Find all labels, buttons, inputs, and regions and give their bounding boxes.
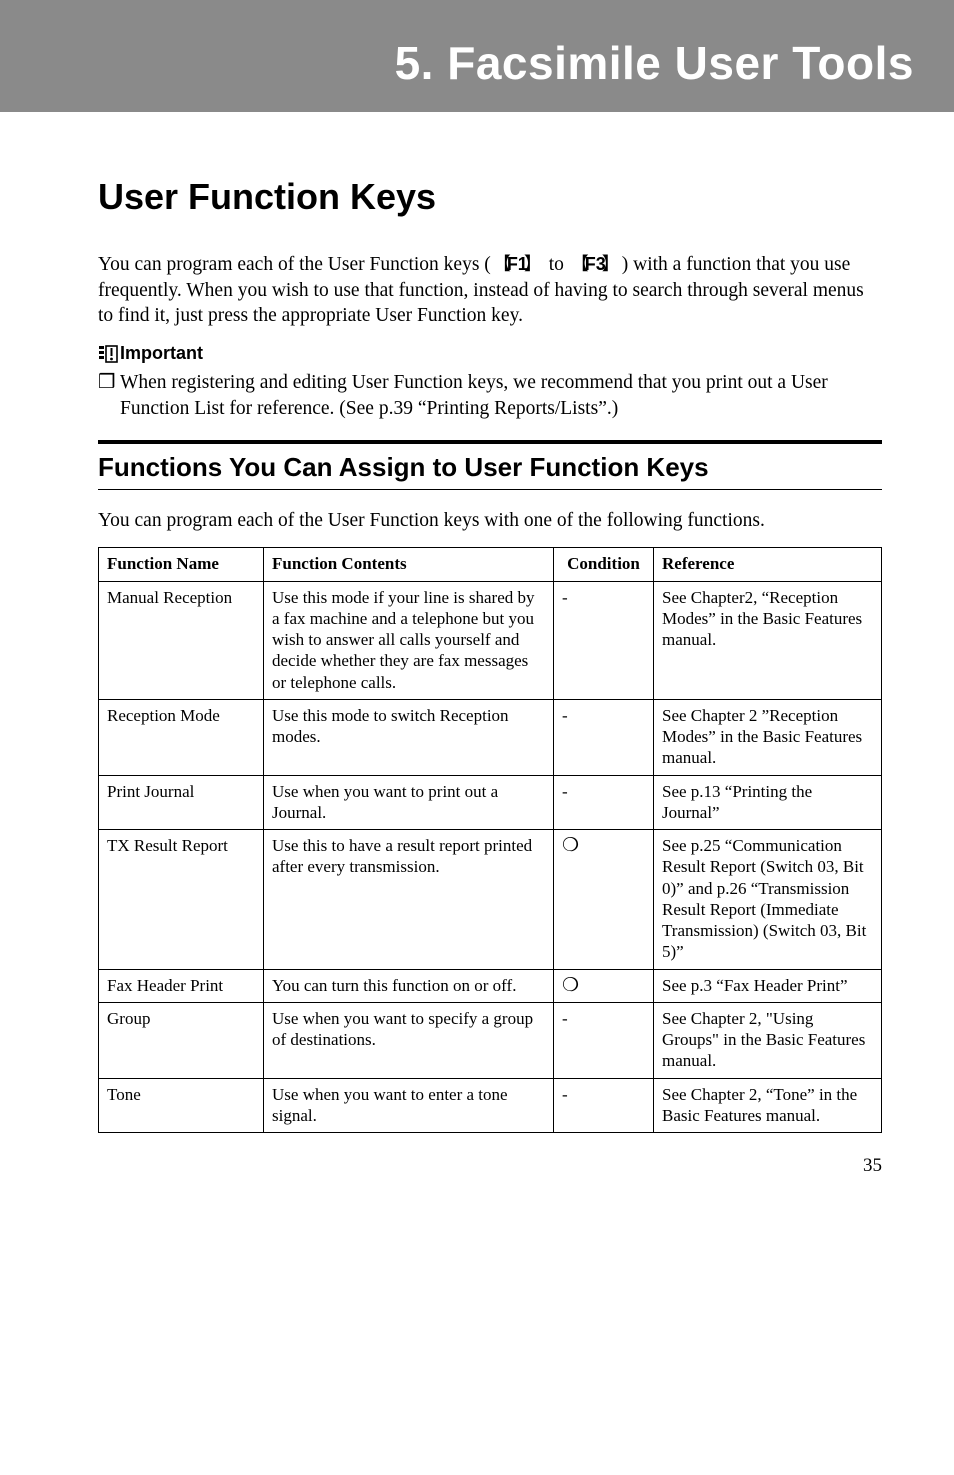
intro-paragraph: You can program each of the User Functio…: [98, 252, 882, 329]
table-row: Group Use when you want to specify a gro…: [99, 1002, 882, 1078]
cell-name: Manual Reception: [99, 581, 264, 699]
key-f3: F3: [569, 253, 622, 277]
table-row: Tone Use when you want to enter a tone s…: [99, 1078, 882, 1133]
top-gray-strip: [0, 0, 954, 18]
cell-contents: Use when you want to specify a group of …: [264, 1002, 554, 1078]
cell-reference: See Chapter 2, “Tone” in the Basic Featu…: [654, 1078, 882, 1133]
cell-reference: See Chapter 2 ”Reception Modes” in the B…: [654, 699, 882, 775]
cell-name: Tone: [99, 1078, 264, 1133]
col-header-name: Function Name: [99, 548, 264, 581]
intro-text-pre: You can program each of the User Functio…: [98, 254, 491, 275]
chapter-title-bar: 5. Facsimile User Tools: [0, 18, 954, 112]
cell-name: Group: [99, 1002, 264, 1078]
cell-condition: -: [554, 1002, 654, 1078]
col-header-contents: Function Contents: [264, 548, 554, 581]
important-bullet-text: When registering and editing User Functi…: [120, 370, 882, 421]
cell-contents: Use when you want to enter a tone signal…: [264, 1078, 554, 1133]
cell-condition: -: [554, 1078, 654, 1133]
cell-contents: Use this to have a result report printed…: [264, 830, 554, 970]
cell-reference: See p.25 “Communication Result Report (S…: [654, 830, 882, 970]
table-row: TX Result Report Use this to have a resu…: [99, 830, 882, 970]
condition-circle: ❍: [562, 976, 579, 995]
h2-top-rule: [98, 440, 882, 444]
cell-name: Fax Header Print: [99, 969, 264, 1002]
condition-circle: ❍: [562, 836, 579, 855]
key-f1: F1: [491, 253, 544, 277]
cell-name: Reception Mode: [99, 699, 264, 775]
subsection-intro: You can program each of the User Functio…: [98, 508, 882, 534]
cell-contents: Use this mode to switch Reception modes.: [264, 699, 554, 775]
cell-condition: -: [554, 699, 654, 775]
cell-name: TX Result Report: [99, 830, 264, 970]
important-bullet-row: ❒ When registering and editing User Func…: [98, 370, 882, 421]
cell-contents: Use this mode if your line is shared by …: [264, 581, 554, 699]
important-icon: [98, 345, 118, 363]
cell-condition: ❍: [554, 830, 654, 970]
col-header-condition: Condition: [554, 548, 654, 581]
chapter-title-text: 5. Facsimile User Tools: [395, 37, 914, 89]
page-content: User Function Keys You can program each …: [0, 176, 954, 1133]
functions-table: Function Name Function Contents Conditio…: [98, 547, 882, 1133]
col-header-reference: Reference: [654, 548, 882, 581]
cell-condition: ❍: [554, 969, 654, 1002]
intro-text-mid: to: [544, 254, 569, 275]
table-row: Print Journal Use when you want to print…: [99, 775, 882, 830]
table-row: Fax Header Print You can turn this funct…: [99, 969, 882, 1002]
cell-condition: -: [554, 775, 654, 830]
table-row: Reception Mode Use this mode to switch R…: [99, 699, 882, 775]
cell-reference: See Chapter2, “Reception Modes” in the B…: [654, 581, 882, 699]
cell-contents: Use when you want to print out a Journal…: [264, 775, 554, 830]
h2-bottom-rule: [98, 489, 882, 490]
cell-reference: See Chapter 2, "Using Groups" in the Bas…: [654, 1002, 882, 1078]
bullet-symbol: ❒: [98, 370, 120, 421]
cell-name: Print Journal: [99, 775, 264, 830]
table-header-row: Function Name Function Contents Conditio…: [99, 548, 882, 581]
cell-reference: See p.13 “Printing the Journal”: [654, 775, 882, 830]
section-heading-user-function-keys: User Function Keys: [98, 176, 882, 218]
subsection-heading-wrap: Functions You Can Assign to User Functio…: [98, 440, 882, 490]
table-row: Manual Reception Use this mode if your l…: [99, 581, 882, 699]
important-label: Important: [98, 343, 882, 364]
subsection-heading: Functions You Can Assign to User Functio…: [98, 452, 882, 483]
important-label-text: Important: [120, 343, 203, 363]
page-number: 35: [863, 1155, 882, 1177]
cell-contents: You can turn this function on or off.: [264, 969, 554, 1002]
cell-reference: See p.3 “Fax Header Print”: [654, 969, 882, 1002]
cell-condition: -: [554, 581, 654, 699]
